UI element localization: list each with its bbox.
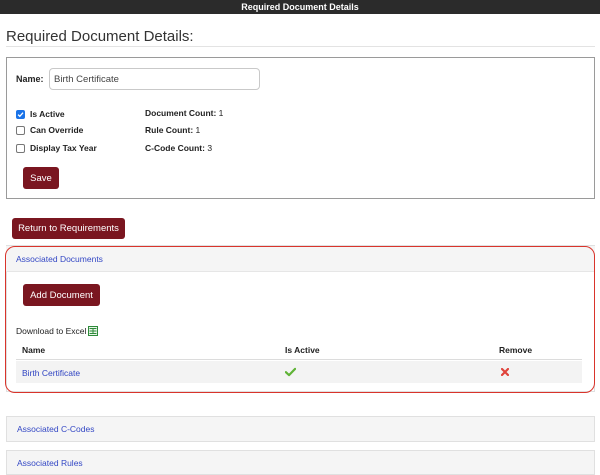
can-override-checkbox[interactable] — [16, 125, 25, 135]
display-tax-year-checkbox-row[interactable]: Display Tax Year — [16, 142, 97, 154]
name-label: Name: — [16, 74, 44, 84]
excel-icon[interactable] — [88, 326, 99, 336]
is-active-checkbox[interactable] — [16, 109, 25, 119]
display-tax-year-label: Display Tax Year — [30, 143, 97, 153]
window-title-bar: Required Document Details — [0, 0, 600, 14]
remove-x-icon[interactable] — [501, 368, 509, 376]
active-check-icon — [285, 367, 296, 377]
associated-rules-panel[interactable]: Associated Rules — [6, 450, 595, 475]
document-count-stat: Document Count: 1 — [145, 108, 223, 118]
download-to-excel-link[interactable]: Download to Excel — [16, 326, 99, 336]
associated-documents-header-label[interactable]: Associated Documents — [16, 254, 103, 264]
is-active-label: Is Active — [30, 109, 65, 119]
associated-ccodes-header[interactable]: Associated C-Codes — [7, 417, 594, 441]
rule-count-label: Rule Count: — [145, 125, 194, 135]
download-to-excel-label[interactable]: Download to Excel — [16, 326, 86, 336]
ccode-count-value: 3 — [207, 143, 213, 153]
save-button[interactable]: Save — [23, 167, 59, 189]
column-header-is-active: Is Active — [285, 345, 320, 355]
title-divider — [6, 46, 595, 47]
is-active-checkbox-row[interactable]: Is Active — [16, 108, 65, 120]
column-header-remove: Remove — [499, 345, 533, 355]
page-title: Required Document Details: — [6, 28, 194, 45]
can-override-checkbox-row[interactable]: Can Override — [16, 124, 83, 136]
column-header-name: Name — [22, 345, 46, 355]
document-name-link[interactable]: Birth Certificate — [22, 368, 80, 378]
rule-count-stat: Rule Count: 1 — [145, 125, 200, 135]
document-count-value: 1 — [218, 108, 224, 118]
display-tax-year-checkbox[interactable] — [16, 143, 25, 153]
associated-rules-header[interactable]: Associated Rules — [7, 451, 594, 474]
can-override-label: Can Override — [30, 125, 84, 135]
associated-ccodes-panel[interactable]: Associated C-Codes — [6, 416, 595, 442]
table-header-divider — [16, 359, 582, 360]
checkmark-icon — [17, 111, 24, 117]
table-row — [16, 361, 582, 383]
document-count-label: Document Count: — [145, 108, 217, 118]
ccode-count-stat: C-Code Count: 3 — [145, 143, 212, 153]
add-document-button[interactable]: Add Document — [23, 284, 100, 306]
name-input[interactable] — [49, 68, 260, 90]
return-to-requirements-button[interactable]: Return to Requirements — [12, 218, 125, 239]
associated-documents-header[interactable]: Associated Documents — [6, 246, 595, 272]
ccode-count-label: C-Code Count: — [145, 143, 205, 153]
rule-count-value: 1 — [195, 125, 201, 135]
